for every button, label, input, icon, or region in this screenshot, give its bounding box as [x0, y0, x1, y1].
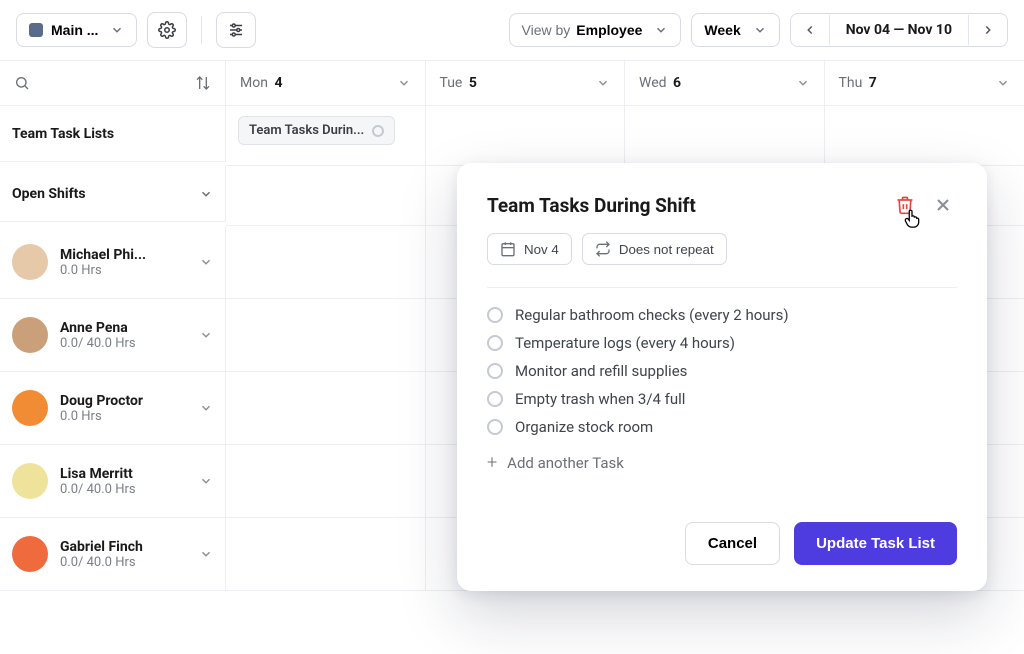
task-item[interactable]: Organize stock room — [487, 418, 957, 436]
date-navigator: Nov 04 — Nov 10 — [790, 13, 1008, 47]
employee-name: Gabriel Finch — [60, 539, 143, 555]
employee-row[interactable]: Gabriel Finch 0.0/ 40.0 Hrs — [0, 518, 226, 591]
employee-hours: 0.0/ 40.0 Hrs — [60, 482, 136, 497]
period-value: Week — [704, 22, 740, 38]
repeat-label: Does not repeat — [619, 242, 714, 257]
popover-title: Team Tasks During Shift — [487, 194, 881, 217]
day-header-wed[interactable]: Wed 6 — [625, 61, 825, 105]
chevron-down-icon — [996, 76, 1010, 90]
section-header-team-task-lists: Team Task Lists — [0, 106, 226, 162]
grid-cell[interactable] — [625, 106, 825, 166]
radio-icon — [487, 335, 503, 351]
gear-icon — [158, 21, 176, 39]
viewby-label: View by — [522, 22, 571, 38]
chevron-down-icon — [796, 76, 810, 90]
task-item[interactable]: Regular bathroom checks (every 2 hours) — [487, 306, 957, 324]
radio-icon — [487, 363, 503, 379]
search-icon[interactable] — [14, 75, 30, 91]
chevron-down-icon — [199, 255, 213, 269]
settings-button[interactable] — [147, 12, 187, 48]
task-item[interactable]: Monitor and refill supplies — [487, 362, 957, 380]
viewby-value: Employee — [576, 22, 642, 38]
chevron-down-icon — [199, 401, 213, 415]
chevron-down-icon — [199, 187, 213, 201]
employee-row[interactable]: Doug Proctor 0.0 Hrs — [0, 372, 226, 445]
avatar — [12, 390, 48, 426]
day-header-mon[interactable]: Mon 4 — [226, 61, 426, 105]
task-list-chip[interactable]: Team Tasks Durin... — [238, 116, 395, 145]
chevron-down-icon — [397, 76, 411, 90]
add-task-button[interactable]: + Add another Task — [487, 454, 957, 472]
grid-cell[interactable] — [426, 106, 626, 166]
employee-name: Michael Phi... — [60, 247, 146, 263]
top-toolbar: Main ... View by Employee Week N — [0, 0, 1024, 61]
avatar — [12, 536, 48, 572]
period-selector[interactable]: Week — [691, 13, 779, 47]
avatar — [12, 317, 48, 353]
date-label: Nov 4 — [524, 242, 559, 257]
grid-cell[interactable] — [825, 106, 1024, 166]
grid-cell[interactable] — [226, 372, 426, 445]
radio-icon — [487, 391, 503, 407]
toolbar-separator — [201, 16, 202, 44]
employee-name: Lisa Merritt — [60, 466, 136, 482]
column-headers: Mon 4 Tue 5 Wed 6 Thu 7 — [0, 61, 1024, 106]
employee-name: Doug Proctor — [60, 393, 143, 409]
chevron-down-icon — [110, 23, 124, 37]
employee-row[interactable]: Lisa Merritt 0.0/ 40.0 Hrs — [0, 445, 226, 518]
task-checklist: Regular bathroom checks (every 2 hours) … — [487, 306, 957, 472]
grid-cell[interactable] — [226, 226, 426, 299]
chevron-down-icon — [753, 23, 767, 37]
location-label: Main ... — [51, 22, 98, 38]
radio-icon — [487, 307, 503, 323]
next-week-button[interactable] — [968, 15, 1007, 45]
chevron-down-icon — [199, 474, 213, 488]
section-header-open-shifts[interactable]: Open Shifts — [0, 166, 226, 222]
task-item[interactable]: Empty trash when 3/4 full — [487, 390, 957, 408]
plus-icon: + — [487, 454, 497, 472]
divider — [487, 287, 957, 288]
location-selector[interactable]: Main ... — [16, 13, 137, 47]
sort-icon[interactable] — [195, 75, 211, 91]
day-header-tue[interactable]: Tue 5 — [426, 61, 626, 105]
avatar — [12, 244, 48, 280]
employee-row[interactable]: Anne Pena 0.0/ 40.0 Hrs — [0, 299, 226, 372]
view-by-selector[interactable]: View by Employee — [509, 13, 682, 47]
task-list-popover: Team Tasks During Shift Nov 4 Does not r… — [457, 163, 987, 591]
filters-button[interactable] — [216, 12, 256, 48]
grid-cell[interactable]: Team Tasks Durin... — [226, 106, 426, 166]
day-header-thu[interactable]: Thu 7 — [825, 61, 1024, 105]
grid-cell[interactable] — [226, 445, 426, 518]
grid-cell[interactable] — [226, 518, 426, 591]
radio-icon — [487, 419, 503, 435]
location-color-icon — [29, 23, 43, 37]
sliders-icon — [227, 21, 245, 39]
chevron-down-icon — [199, 547, 213, 561]
cursor-pointer-icon — [901, 207, 923, 229]
employee-hours: 0.0/ 40.0 Hrs — [60, 555, 143, 570]
employee-row[interactable]: Michael Phi... 0.0 Hrs — [0, 226, 226, 299]
chevron-down-icon — [199, 328, 213, 342]
task-item[interactable]: Temperature logs (every 4 hours) — [487, 334, 957, 352]
status-ring-icon — [372, 125, 384, 137]
update-task-list-button[interactable]: Update Task List — [794, 522, 957, 565]
employee-hours: 0.0 Hrs — [60, 263, 146, 278]
grid-cell[interactable] — [226, 166, 426, 226]
prev-week-button[interactable] — [791, 15, 830, 45]
cancel-button[interactable]: Cancel — [685, 522, 780, 565]
avatar — [12, 463, 48, 499]
repeat-selector[interactable]: Does not repeat — [582, 233, 727, 265]
chevron-down-icon — [654, 23, 668, 37]
employee-hours: 0.0/ 40.0 Hrs — [60, 336, 136, 351]
employee-hours: 0.0 Hrs — [60, 409, 143, 424]
task-chip-label: Team Tasks Durin... — [249, 123, 364, 138]
employee-name: Anne Pena — [60, 320, 136, 336]
chevron-down-icon — [596, 76, 610, 90]
grid-cell[interactable] — [226, 299, 426, 372]
delete-task-list-button[interactable] — [895, 195, 915, 215]
date-picker-button[interactable]: Nov 4 — [487, 233, 572, 265]
close-popover-button[interactable] — [929, 191, 957, 219]
date-range-label[interactable]: Nov 04 — Nov 10 — [830, 14, 968, 46]
